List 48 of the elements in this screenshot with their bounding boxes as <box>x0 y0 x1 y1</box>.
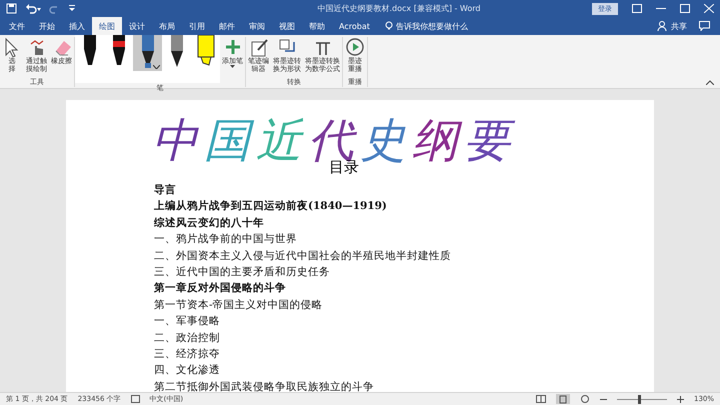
document-line: 第一章反对外国侵略的斗争 <box>154 280 287 296</box>
print-layout-icon[interactable] <box>556 394 570 404</box>
document-line: 三、经济掠夺 <box>154 347 221 362</box>
comment-icon[interactable] <box>699 21 710 31</box>
close-icon[interactable] <box>704 4 714 13</box>
proofing-icon[interactable] <box>130 395 140 403</box>
ribbon-tab[interactable]: 插入 <box>62 17 92 35</box>
lightbulb-icon <box>384 21 393 31</box>
caret-icon <box>230 65 235 68</box>
ribbon-tab[interactable]: 开始 <box>32 17 62 35</box>
document-line: 二、外国资本主义入侵与近代中国社会的半殖民地半封建性质 <box>154 248 452 264</box>
document-line: 一、军事侵略 <box>154 314 221 330</box>
tell-me-field[interactable]: 告诉我你想要做什么 <box>384 17 657 35</box>
ribbon-tab[interactable]: 绘图 <box>92 17 122 35</box>
read-mode-icon[interactable] <box>536 395 546 403</box>
customize-icon[interactable] <box>68 3 76 14</box>
ribbon-tab[interactable]: 引用 <box>182 17 212 35</box>
save-icon[interactable] <box>6 3 17 14</box>
play-circle-icon <box>345 37 365 57</box>
ribbon-tab[interactable]: 帮助 <box>302 17 332 35</box>
collapse-ribbon-icon[interactable] <box>706 80 714 85</box>
document-line: 导言 <box>154 182 177 198</box>
caret-icon <box>153 65 160 69</box>
document-line: 第二节抵御外国武装侵略争取民族独立的斗争 <box>154 380 375 392</box>
maximize-icon[interactable] <box>680 4 690 13</box>
ribbon-tab[interactable]: 邮件 <box>212 17 242 35</box>
document-line: 三、近代中国的主要矛盾和历史任务 <box>154 265 331 280</box>
handwritten-title: 中国近代史纲要 <box>152 118 517 162</box>
share-button[interactable]: 共享 <box>657 17 687 35</box>
ribbon-tab[interactable]: 设计 <box>122 17 152 35</box>
document-line: 第一节资本-帝国主义对中国的侵略 <box>154 298 324 313</box>
person-icon <box>657 21 668 31</box>
document-line: 上编从鸦片战争到五四运动前夜(1840—1919) <box>154 198 388 214</box>
document-line: 综述风云变幻的八十年 <box>154 216 265 231</box>
ribbon-tab[interactable]: 文件 <box>2 17 32 35</box>
document-line: 一、鸦片战争前的中国与世界 <box>154 232 298 248</box>
ribbon-tab[interactable]: 视图 <box>272 17 302 35</box>
undo-icon[interactable] <box>25 3 41 14</box>
ribbon-options-icon[interactable] <box>632 4 642 13</box>
window-title: 中国近代史纲要教材.docx [兼容模式] - Word <box>316 3 482 14</box>
zoom-in-icon[interactable] <box>676 396 684 402</box>
zoom-slider-thumb[interactable] <box>638 394 642 404</box>
ribbon-tab[interactable]: 布局 <box>152 17 182 35</box>
document-line: 四、文化渗透 <box>154 363 221 378</box>
web-layout-icon[interactable] <box>580 395 590 403</box>
document-line: 二、政治控制 <box>154 330 221 346</box>
ribbon-tab[interactable]: 审阅 <box>242 17 272 35</box>
ribbon-tab[interactable]: Acrobat <box>332 17 377 35</box>
